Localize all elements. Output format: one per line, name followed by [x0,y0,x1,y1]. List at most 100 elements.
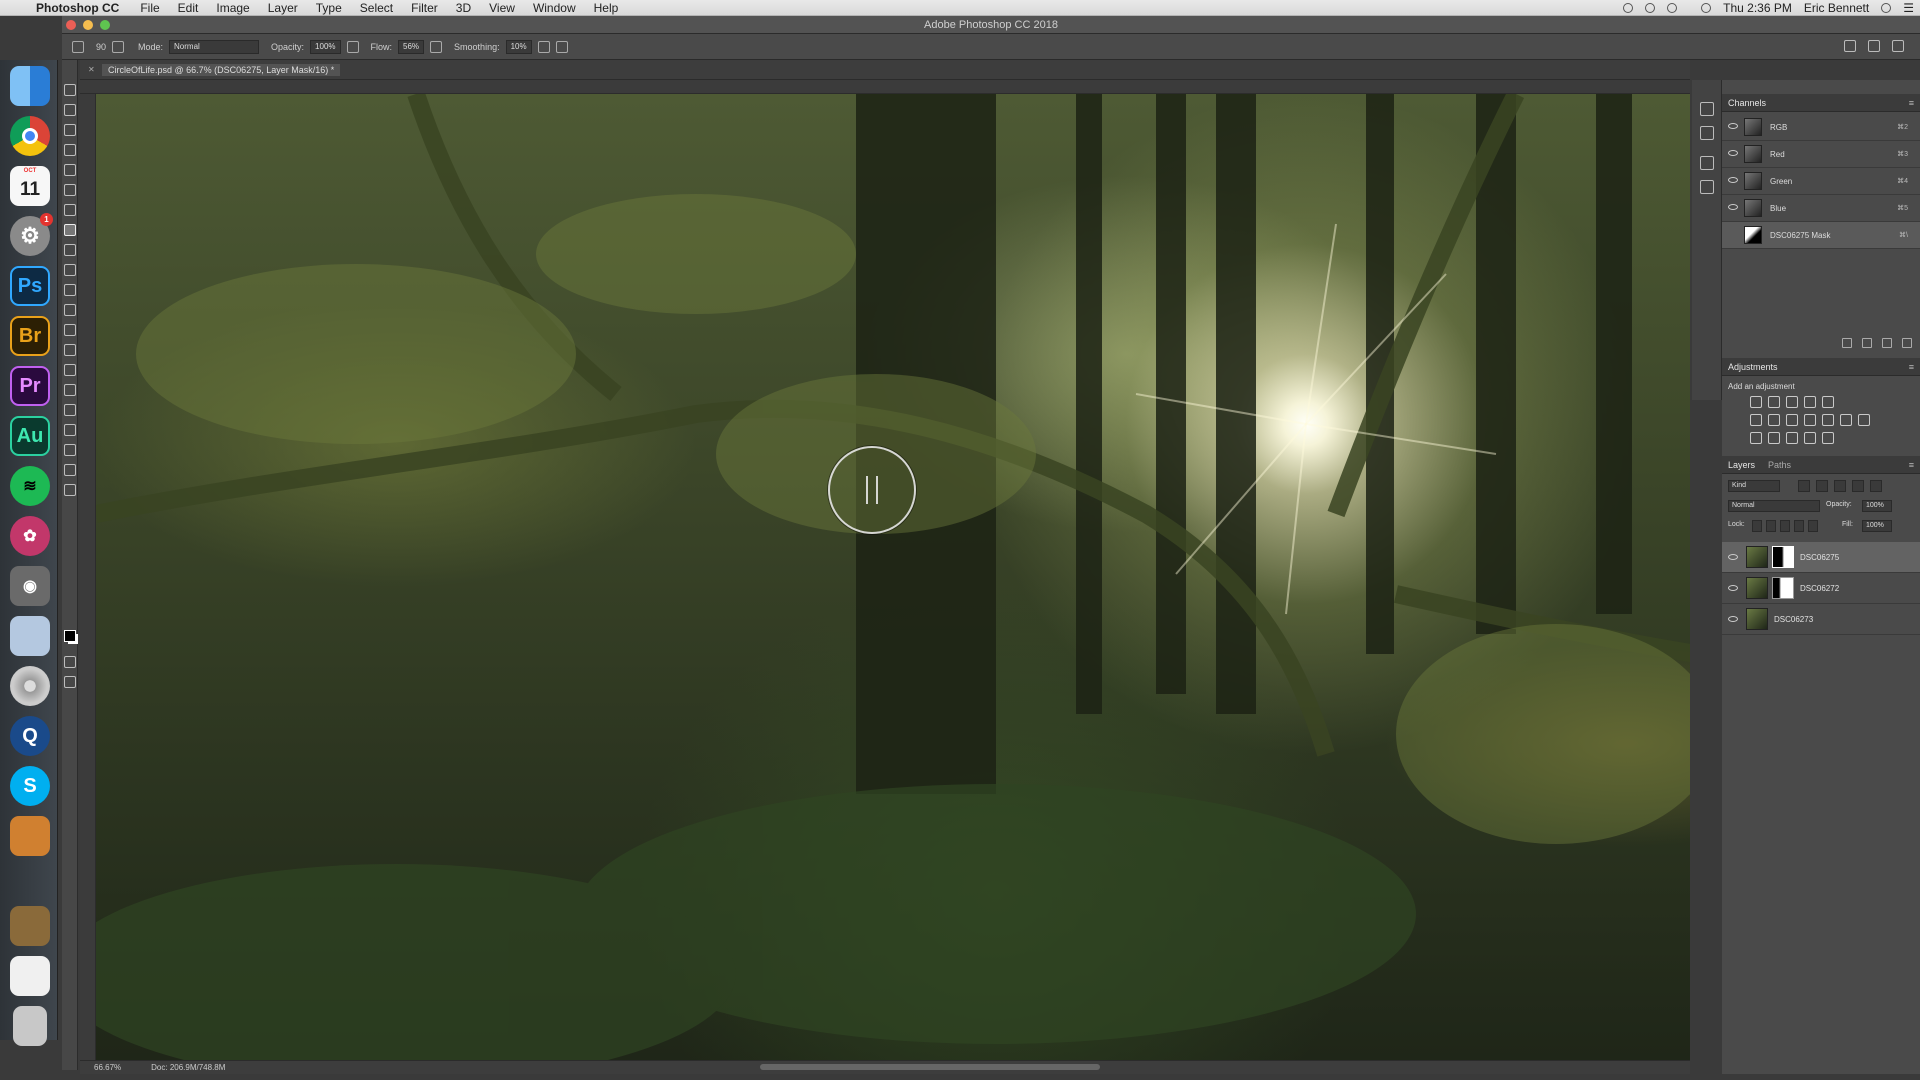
actions-panel-icon[interactable] [1700,126,1714,140]
airbrush-icon[interactable] [430,40,443,53]
marquee-tool-icon[interactable] [64,104,76,116]
load-channel-selection-icon[interactable] [1842,338,1852,348]
lock-all-icon[interactable] [1808,520,1818,532]
pressure-size-icon[interactable] [555,40,568,53]
new-channel-icon[interactable] [1882,338,1892,348]
canvas-area[interactable] [96,94,1690,1060]
visibility-eye-icon[interactable] [1728,585,1738,591]
visibility-eye-icon[interactable] [1728,150,1738,156]
layer-row[interactable]: DSC06275 [1722,542,1920,573]
filter-pixel-icon[interactable] [1798,480,1810,492]
eyedropper-tool-icon[interactable] [64,184,76,196]
history-panel-icon[interactable] [1700,102,1714,116]
filter-smart-object-icon[interactable] [1870,480,1882,492]
close-window-button[interactable] [66,20,76,30]
smoothing-input[interactable]: 10% [505,39,532,54]
layer-mask-thumbnail[interactable] [1772,546,1794,568]
layer-thumbnail[interactable] [1746,608,1768,630]
color-balance-icon[interactable] [1786,414,1798,426]
menu-layer[interactable]: Layer [259,1,307,15]
blur-tool-icon[interactable] [64,324,76,336]
quicktime-icon[interactable]: Q [10,716,50,756]
brightness-contrast-icon[interactable] [1750,396,1762,408]
zoom-window-button[interactable] [100,20,110,30]
lock-pixels-icon[interactable] [1766,520,1776,532]
channels-panel-menu-icon[interactable]: ≡ [1909,98,1914,108]
invert-icon[interactable] [1750,432,1762,444]
layer-opacity-input[interactable]: 100% [1862,500,1892,512]
layer-thumbnail[interactable] [1746,546,1768,568]
posterize-icon[interactable] [1768,432,1780,444]
brush-settings-panel-icon[interactable] [1700,156,1714,170]
document-tab[interactable]: CircleOfLife.psd @ 66.7% (DSC06275, Laye… [102,64,341,76]
skype-icon[interactable]: S [10,766,50,806]
eraser-tool-icon[interactable] [64,284,76,296]
airplay-icon[interactable] [1667,3,1678,13]
documents-stack-icon[interactable] [10,956,50,996]
menu-filter[interactable]: Filter [402,1,447,15]
shape-tool-icon[interactable] [64,424,76,436]
brush-size-value[interactable]: 90 [96,42,106,52]
preview-icon[interactable] [10,616,50,656]
menubar-clock[interactable]: Thu 2:36 PM [1723,1,1792,15]
visibility-eye-icon[interactable] [1728,554,1738,560]
finder-icon[interactable] [10,66,50,106]
gradient-map-icon[interactable] [1804,432,1816,444]
calendar-icon[interactable]: OCT 11 [10,166,50,206]
brush-tool-icon[interactable] [64,224,76,236]
screenshot-app-icon[interactable]: ◉ [10,566,50,606]
zoom-tool-icon[interactable] [64,464,76,476]
healing-brush-tool-icon[interactable] [64,204,76,216]
photo-filter-icon[interactable] [1822,414,1834,426]
layer-thumbnail[interactable] [1746,577,1768,599]
history-brush-tool-icon[interactable] [64,264,76,276]
exposure-icon[interactable] [1804,396,1816,408]
workspace-icon[interactable] [1868,40,1880,52]
layers-tab[interactable]: Layers [1728,460,1755,470]
volume-icon[interactable] [1701,3,1712,13]
photoshop-icon[interactable]: Ps [10,266,50,306]
curves-icon[interactable] [1786,396,1798,408]
layer-row[interactable]: DSC06272 [1722,573,1920,604]
selective-color-icon[interactable] [1822,432,1834,444]
audition-icon[interactable]: Au [10,416,50,456]
channel-row-blue[interactable]: Blue ⌘5 [1722,195,1920,222]
smoothing-settings-gear-icon[interactable] [537,40,550,53]
screen-mode-icon[interactable] [64,676,76,688]
gradient-triangle-icon[interactable] [1822,396,1834,408]
menu-select[interactable]: Select [351,1,402,15]
crop-tool-icon[interactable] [64,164,76,176]
bridge-icon[interactable]: Br [10,316,50,356]
menu-3d[interactable]: 3D [447,1,480,15]
lock-artboard-icon[interactable] [1794,520,1804,532]
menu-file[interactable]: File [131,1,168,15]
layer-name[interactable]: DSC06272 [1800,584,1839,593]
brush-tool-preset-icon[interactable] [72,40,84,53]
share-icon[interactable] [1892,40,1904,52]
close-document-icon[interactable]: ✕ [88,65,95,74]
lock-position-icon[interactable] [1780,520,1790,532]
spotify-icon[interactable]: ≋ [10,466,50,506]
dodge-tool-icon[interactable] [64,344,76,356]
opacity-input[interactable]: 100% [310,39,341,54]
quick-mask-icon[interactable] [64,656,76,668]
timemachine-icon[interactable] [1645,3,1656,13]
menu-edit[interactable]: Edit [169,1,208,15]
system-preferences-icon[interactable]: ⚙ 1 [10,213,53,256]
channel-mixer-icon[interactable] [1840,414,1852,426]
move-tool-icon[interactable] [64,84,76,96]
layers-panel-menu-icon[interactable]: ≡ [1909,460,1914,470]
layer-mask-thumbnail[interactable] [1772,577,1794,599]
edit-toolbar-icon[interactable] [64,484,76,496]
notification-center-icon[interactable]: ☰ [1903,1,1914,15]
clone-stamp-tool-icon[interactable] [64,244,76,256]
flow-input[interactable]: 56% [398,39,425,54]
doc-size-info[interactable]: Doc: 206.9M/748.8M [151,1063,225,1072]
layer-row[interactable]: DSC06273 [1722,604,1920,635]
black-white-icon[interactable] [1804,414,1816,426]
menu-type[interactable]: Type [307,1,351,15]
menu-image[interactable]: Image [207,1,258,15]
hand-tool-icon[interactable] [64,444,76,456]
save-selection-channel-icon[interactable] [1862,338,1872,348]
threshold-icon[interactable] [1786,432,1798,444]
